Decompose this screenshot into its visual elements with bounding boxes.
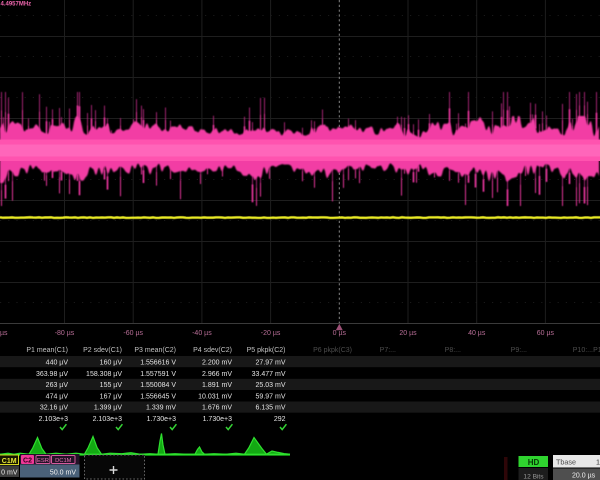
svg-text:P5 pkpk(C2): P5 pkpk(C2) [247,347,286,354]
svg-text:1.399 µV: 1.399 µV [94,405,122,412]
svg-text:363.98 µV: 363.98 µV [36,371,68,378]
svg-text:P3 mean(C2): P3 mean(C2) [134,347,176,354]
svg-text:32.16 µV: 32.16 µV [40,405,68,412]
svg-text:474 µV: 474 µV [46,393,69,400]
svg-text:50.0 mV: 50.0 mV [50,470,76,477]
svg-text:40 µs: 40 µs [468,330,486,337]
svg-text:C1M: C1M [2,458,17,465]
svg-text:1.556616 V: 1.556616 V [140,360,176,367]
svg-text:20 µs: 20 µs [399,330,417,337]
svg-text:2.200 mV: 2.200 mV [202,360,232,367]
svg-text:10.031 mV: 10.031 mV [198,393,232,400]
svg-text:27.97 mV: 27.97 mV [256,360,286,367]
svg-text:263 µV: 263 µV [46,382,69,389]
svg-text:P8:...: P8:... [445,347,461,354]
svg-text:ESR: ESR [37,458,49,464]
svg-text:20.0 µs: 20.0 µs [572,472,596,479]
svg-text:1.556645 V: 1.556645 V [140,393,176,400]
svg-text:2.103e+3: 2.103e+3 [39,416,68,423]
svg-text:440 µV: 440 µV [46,360,69,367]
svg-text:59.97 mV: 59.97 mV [256,393,286,400]
svg-text:P11: P11 [593,347,600,354]
svg-text:1.730e+3: 1.730e+3 [203,416,232,423]
svg-text:-60 µs: -60 µs [123,330,143,337]
svg-text:6.135 mV: 6.135 mV [256,405,286,412]
svg-text:160 µV: 160 µV [100,360,123,367]
svg-text:1.891 mV: 1.891 mV [202,382,232,389]
svg-text:167 µV: 167 µV [100,393,123,400]
svg-text:60 µs: 60 µs [537,330,555,337]
svg-text:Tbase: Tbase [556,458,576,467]
svg-text:-100 µs: -100 µs [0,330,8,337]
svg-text:P1 mean(C1): P1 mean(C1) [26,347,68,354]
svg-text:P9:...: P9:... [511,347,527,354]
svg-text:33.477 mV: 33.477 mV [252,371,286,378]
svg-text:2.966 mV: 2.966 mV [202,371,232,378]
svg-text:2.103e+3: 2.103e+3 [93,416,122,423]
svg-text:1.676 mV: 1.676 mV [202,405,232,412]
svg-text:C2: C2 [23,458,32,465]
svg-text:P6 pkpk(C3): P6 pkpk(C3) [313,347,352,354]
svg-text:1.550084 V: 1.550084 V [140,382,176,389]
svg-text:12 Bits: 12 Bits [523,474,544,480]
svg-text:0 mV: 0 mV [1,470,18,477]
svg-text:0 µs: 0 µs [333,330,347,337]
svg-text:P4 sdev(C2): P4 sdev(C2) [193,347,232,354]
svg-text:HD: HD [528,458,540,467]
svg-text:1: 1 [596,458,600,467]
svg-text:292: 292 [274,416,286,423]
svg-text:-20 µs: -20 µs [261,330,281,337]
svg-text:4.4957MHz: 4.4957MHz [1,2,32,8]
svg-text:1.557591 V: 1.557591 V [140,371,176,378]
svg-text:-80 µs: -80 µs [55,330,75,337]
svg-text:25.03 mV: 25.03 mV [256,382,286,389]
svg-text:1.730e+3: 1.730e+3 [147,416,176,423]
svg-text:-40 µs: -40 µs [192,330,212,337]
svg-text:P7:...: P7:... [380,347,396,354]
svg-text:P10:...: P10:... [573,347,593,354]
svg-text:P2 sdev(C1): P2 sdev(C1) [83,347,122,354]
svg-text:DC1M: DC1M [55,458,72,464]
svg-text:1.339 mV: 1.339 mV [146,405,176,412]
svg-text:155 µV: 155 µV [100,382,123,389]
svg-text:158.308 µV: 158.308 µV [86,371,122,378]
